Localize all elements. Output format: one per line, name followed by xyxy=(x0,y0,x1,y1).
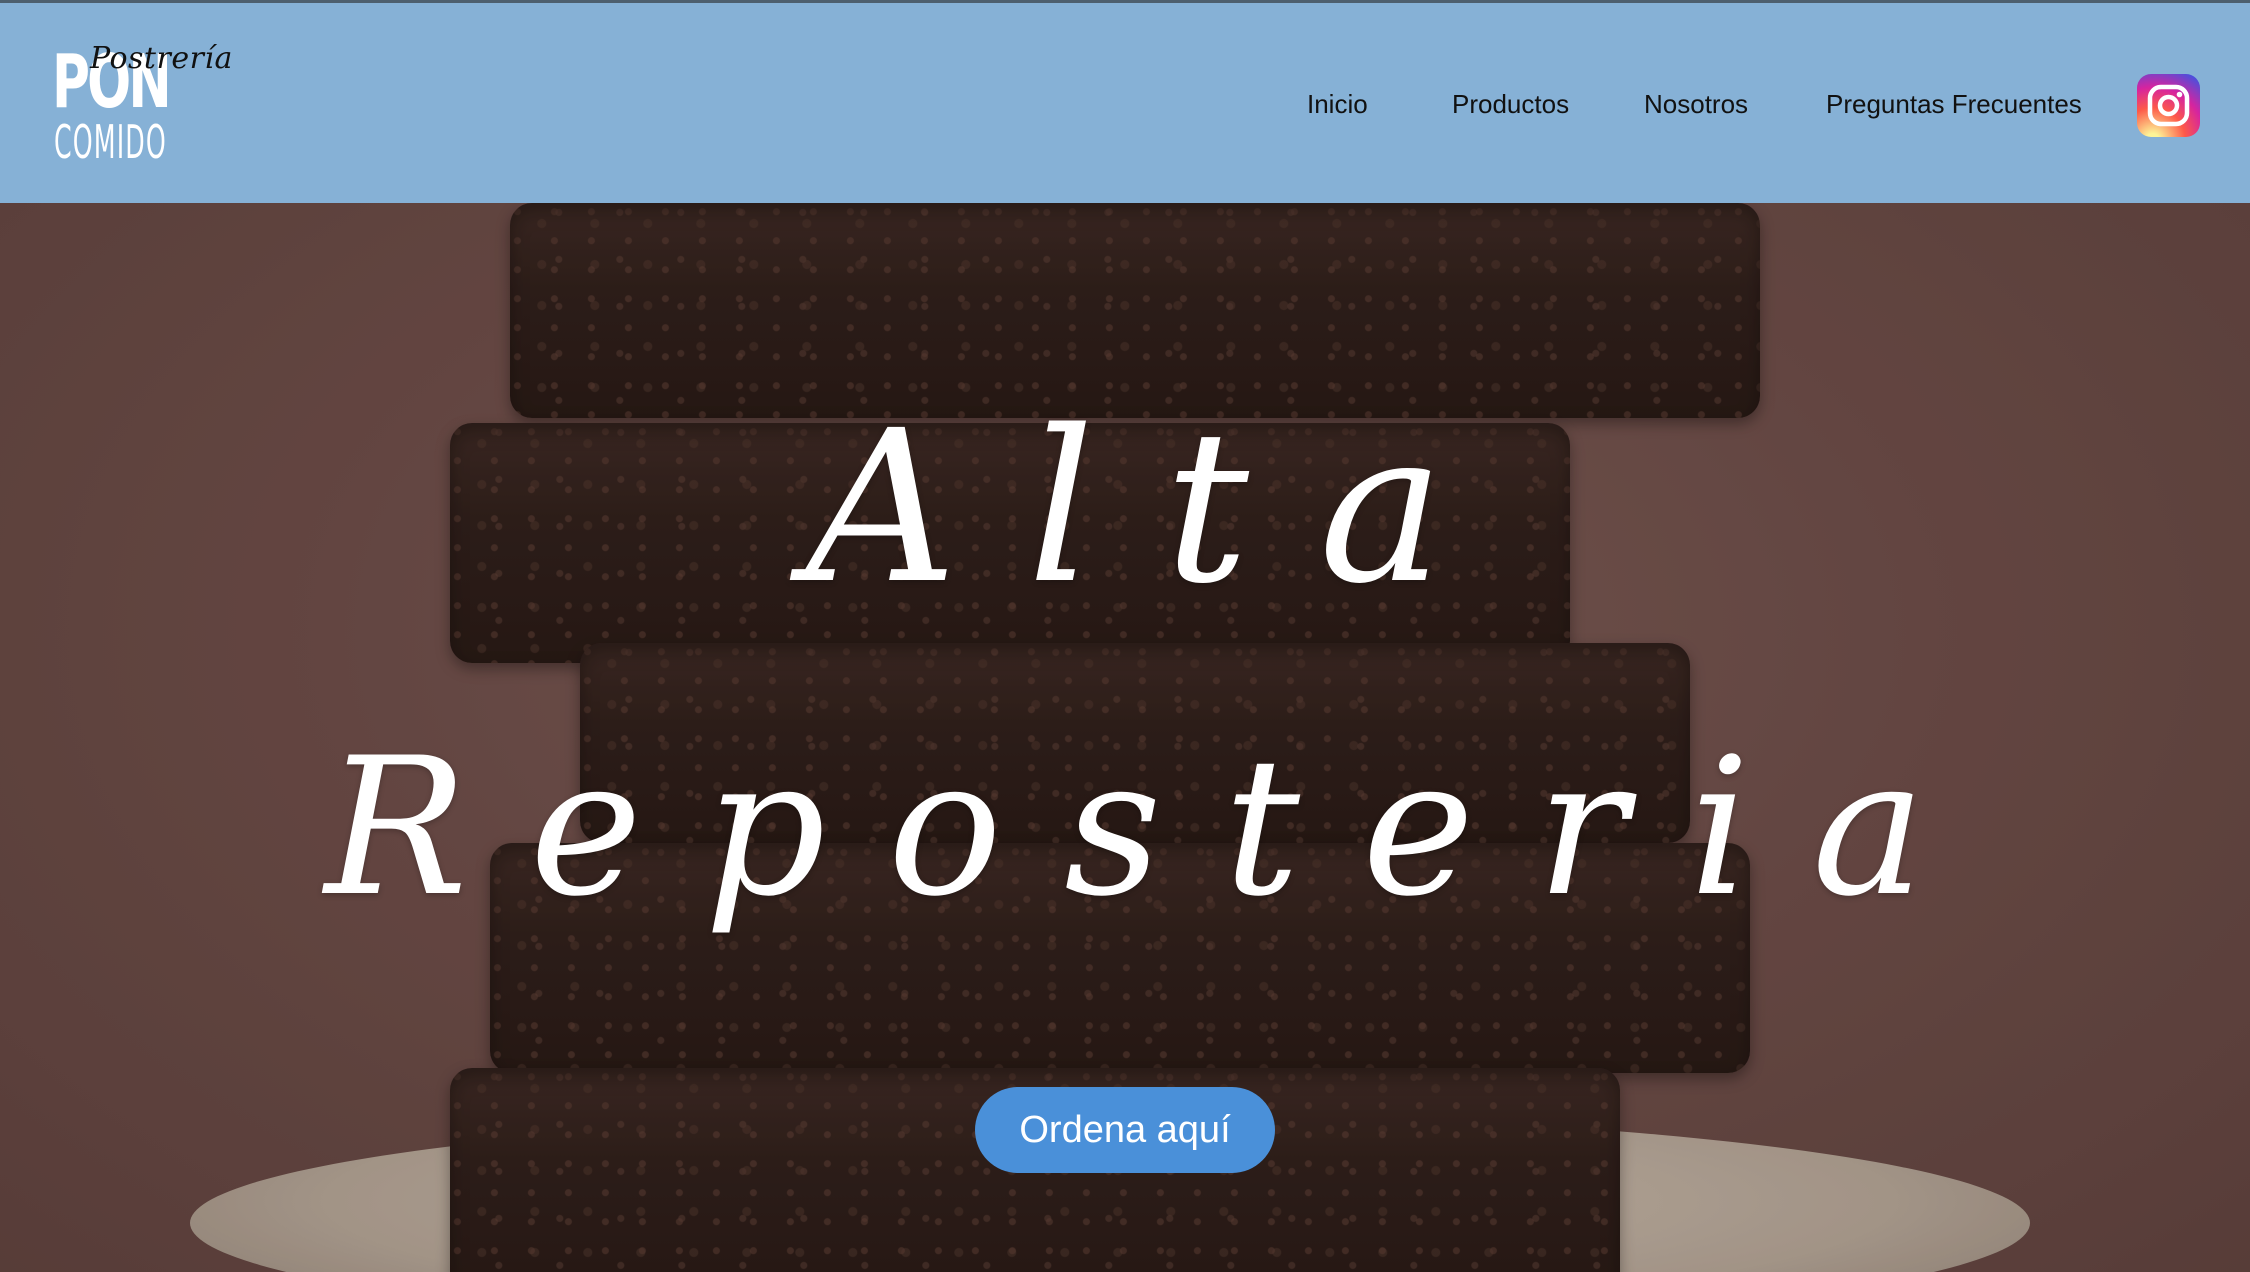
brand-logo[interactable]: PON COMIDO Postrería xyxy=(52,41,232,171)
hero-headline-line-2: Reposteria xyxy=(324,717,1988,938)
page: PON COMIDO Postrería Inicio Productos No… xyxy=(0,0,2250,1272)
nav-item-nosotros[interactable]: Nosotros xyxy=(1644,89,1748,120)
hero-headline-line-1: Alta xyxy=(805,385,1515,630)
nav-item-preguntas-frecuentes[interactable]: Preguntas Frecuentes xyxy=(1826,89,2082,120)
order-button[interactable]: Ordena aquí xyxy=(975,1087,1275,1173)
instagram-icon[interactable] xyxy=(2137,74,2200,137)
nav-item-inicio[interactable]: Inicio xyxy=(1307,89,1368,120)
logo-script-text: Postrería xyxy=(90,41,233,76)
logo-subtext: COMIDO xyxy=(54,115,167,169)
nav-item-productos[interactable]: Productos xyxy=(1452,89,1569,120)
hero-section: Alta Reposteria Ordena aquí xyxy=(0,203,2250,1272)
site-header: PON COMIDO Postrería Inicio Productos No… xyxy=(0,0,2250,203)
